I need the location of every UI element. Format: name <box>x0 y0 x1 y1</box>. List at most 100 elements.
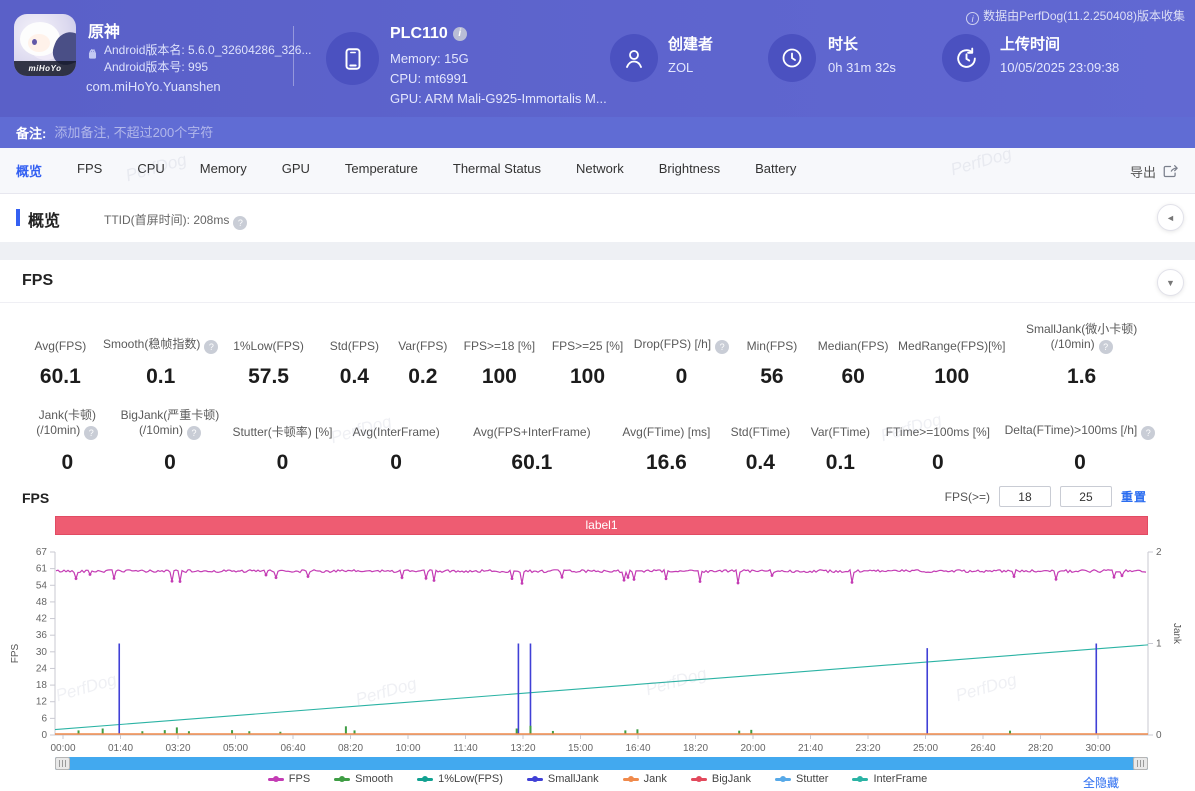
fps-metrics-row-1: Avg(FPS)60.1Smooth(稳帧指数)?0.11%Low(FPS)57… <box>18 322 1178 389</box>
info-outline-icon: i <box>966 12 979 25</box>
duration-icon-circle <box>768 34 816 82</box>
svg-text:0: 0 <box>41 730 47 741</box>
divider <box>0 302 1195 303</box>
metric-label: Stutter(卡顿率) [%] <box>232 425 332 440</box>
legend-smalljank[interactable]: SmallJank <box>527 773 599 785</box>
tab-battery[interactable]: Battery <box>755 161 796 180</box>
metric-value: 0.1 <box>826 451 855 475</box>
header: miHoYo 原神 Android版本名: 5.6.0_32604286_326… <box>0 0 1195 117</box>
device-model: PLC110i <box>390 25 467 43</box>
metric-avg-ftime-ms: Avg(FTime) [ms]16.6 <box>613 408 720 475</box>
metric-value: 57.5 <box>248 365 289 389</box>
legend-marker <box>417 778 433 781</box>
metric-label: Var(FPS) <box>398 339 447 354</box>
chart-range-slider[interactable] <box>55 757 1148 770</box>
tab-[interactable]: 概览 <box>16 161 42 180</box>
chart-legend: FPS Smooth 1%Low(FPS) SmallJank Jank BigJank S… <box>0 773 1195 789</box>
help-icon[interactable]: ? <box>1141 426 1155 440</box>
metric-value: 60.1 <box>40 365 81 389</box>
tab-brightness[interactable]: Brightness <box>659 161 720 180</box>
tab-cpu[interactable]: CPU <box>137 161 164 180</box>
legend-label: Jank <box>644 773 667 785</box>
legend-items: FPS Smooth 1%Low(FPS) SmallJank Jank BigJank S… <box>0 773 1195 785</box>
tab-network[interactable]: Network <box>576 161 624 180</box>
legend-smooth[interactable]: Smooth <box>334 773 393 785</box>
export-button[interactable]: 导出 <box>1130 148 1179 194</box>
metric-value: 0.2 <box>408 365 437 389</box>
help-icon[interactable]: ? <box>233 216 247 230</box>
slider-handle-right[interactable] <box>1133 757 1148 770</box>
metric-label: Avg(InterFrame) <box>353 425 440 440</box>
chart-label-banner[interactable]: label1 <box>55 516 1148 535</box>
fps-threshold-input-2[interactable] <box>1060 486 1112 507</box>
tab-fps[interactable]: FPS <box>77 161 102 180</box>
metric-var-fps: Var(FPS) 0.2 <box>390 322 455 389</box>
fps-section-title: FPS <box>22 272 53 290</box>
help-icon[interactable]: ? <box>187 426 201 440</box>
metric-value: 0.1 <box>146 365 175 389</box>
svg-text:30: 30 <box>36 647 48 658</box>
creator-label: 创建者 <box>668 33 713 54</box>
metric-label: Smooth(稳帧指数)? <box>103 337 218 354</box>
tab-temperature[interactable]: Temperature <box>345 161 418 180</box>
metric-label: MedRange(FPS)[%] <box>898 339 1005 354</box>
note-bar: 备注: <box>0 117 1195 148</box>
metric-label: SmallJank(微小卡顿) (/10min)? <box>1026 322 1137 354</box>
help-icon[interactable]: ? <box>84 426 98 440</box>
metric-value: 100 <box>482 365 517 389</box>
tab-bar: 概览 FPS CPU Memory GPU Temperature Thermal Stat… <box>0 148 1195 194</box>
legend-stutter[interactable]: Stutter <box>775 773 828 785</box>
device-info-icon[interactable]: i <box>453 27 467 41</box>
legend-bigjank[interactable]: BigJank <box>691 773 751 785</box>
overview-section: 概览 TTID(首屏时间): 208ms? ◄ <box>0 194 1195 242</box>
note-input[interactable] <box>54 125 654 140</box>
metric-value: 0 <box>1074 451 1086 475</box>
app-icon-badge: miHoYo <box>14 61 76 76</box>
metric-label: Std(FPS) <box>330 339 379 354</box>
metric-min-fps: Min(FPS)56 <box>731 322 812 389</box>
svg-text:00:00: 00:00 <box>50 743 75 754</box>
svg-text:25:00: 25:00 <box>913 743 938 754</box>
legend-label: BigJank <box>712 773 751 785</box>
app-version-code: Android版本号: 995 <box>104 59 311 76</box>
fps-section: FPS ▼ Avg(FPS)60.1Smooth(稳帧指数)?0.11%Low(… <box>0 260 1195 789</box>
metric-smooth: Smooth(稳帧指数)? 0.1 <box>103 322 219 389</box>
metric-label: Var(FTime) <box>811 425 870 440</box>
svg-text:54: 54 <box>36 580 48 591</box>
metric-label: Delta(FTime)>100ms [/h]? <box>1005 423 1156 440</box>
svg-text:48: 48 <box>36 597 48 608</box>
help-icon[interactable]: ? <box>1099 340 1113 354</box>
tab-thermal-status[interactable]: Thermal Status <box>453 161 541 180</box>
metric-var-ftime: Var(FTime) 0.1 <box>801 408 880 475</box>
legend-jank[interactable]: Jank <box>623 773 667 785</box>
duration-label: 时长 <box>828 33 858 54</box>
metric-label: Min(FPS) <box>747 339 798 354</box>
help-icon[interactable]: ? <box>204 340 218 354</box>
overview-collapse-button[interactable]: ◄ <box>1157 204 1184 231</box>
app-icon: miHoYo <box>14 14 76 76</box>
legend-1%low-fps[interactable]: 1%Low(FPS) <box>417 773 503 785</box>
tab-memory[interactable]: Memory <box>200 161 247 180</box>
legend-marker <box>623 778 639 781</box>
metric-medrange-fps-%: MedRange(FPS)[%]100 <box>894 322 1010 389</box>
fps-collapse-button[interactable]: ▼ <box>1157 269 1184 296</box>
tab-gpu[interactable]: GPU <box>282 161 310 180</box>
help-icon[interactable]: ? <box>715 340 729 354</box>
svg-text:20:00: 20:00 <box>740 743 765 754</box>
slider-handle-left[interactable] <box>55 757 70 770</box>
svg-text:28:20: 28:20 <box>1028 743 1053 754</box>
fps-threshold-reset-link[interactable]: 重置 <box>1121 488 1147 505</box>
fps-threshold-controls: FPS(>=) 重置 <box>945 486 1147 507</box>
legend-interframe[interactable]: InterFrame <box>852 773 927 785</box>
fps-threshold-input-1[interactable] <box>999 486 1051 507</box>
app-version-name: Android版本名: 5.6.0_32604286_326... <box>104 42 311 59</box>
svg-text:2: 2 <box>1156 547 1162 558</box>
svg-text:05:00: 05:00 <box>223 743 248 754</box>
metric-value: 60.1 <box>511 451 552 475</box>
svg-text:08:20: 08:20 <box>338 743 363 754</box>
legend-fps[interactable]: FPS <box>268 773 310 785</box>
svg-text:1: 1 <box>1156 639 1162 650</box>
legend-label: Smooth <box>355 773 393 785</box>
hide-all-link[interactable]: 全隐藏 <box>1083 774 1119 791</box>
legend-marker <box>775 778 791 781</box>
